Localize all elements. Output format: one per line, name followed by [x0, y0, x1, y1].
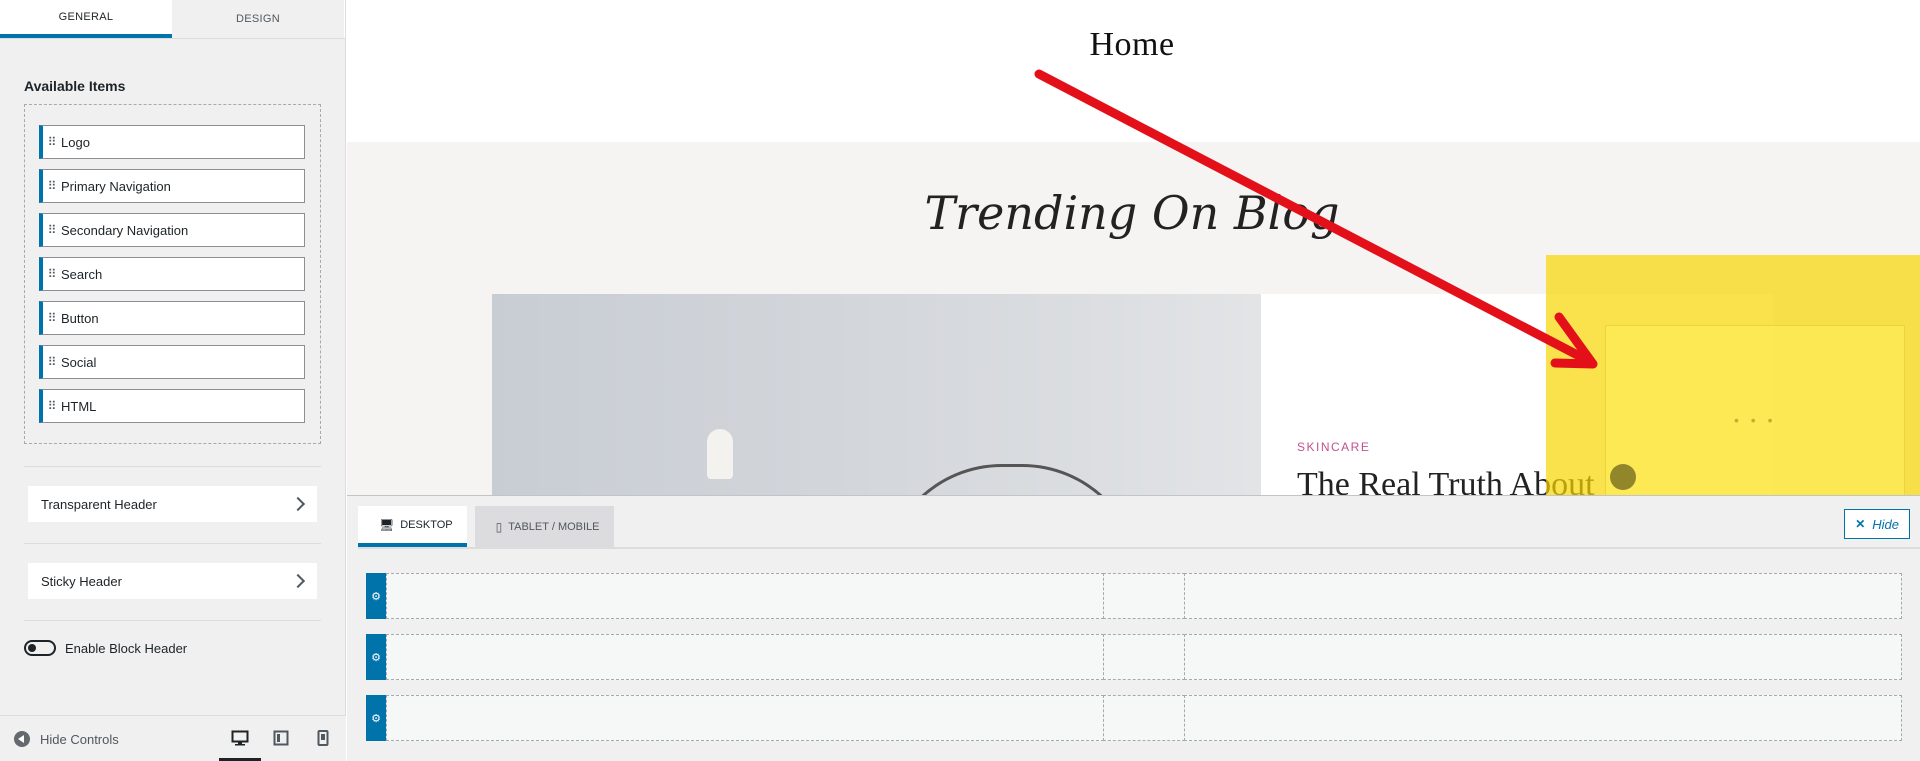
drag-handle-icon[interactable]: ⠿	[43, 135, 61, 149]
desktop-icon: 🖥	[379, 517, 395, 532]
hide-label: Hide	[1872, 516, 1899, 532]
customizer-sidebar: GENERAL DESIGN Available Items ⠿ Logo ⠿ Pr…	[0, 0, 346, 761]
item-search[interactable]: ⠿ Search	[39, 257, 305, 291]
mobile-icon	[317, 730, 329, 746]
transparent-header-button[interactable]: Transparent Header	[28, 486, 317, 522]
annotation-arrow	[1034, 69, 1598, 369]
drop-zone-right[interactable]	[1184, 573, 1902, 619]
drag-handle-icon[interactable]: ⠿	[43, 223, 61, 237]
hide-controls-button[interactable]: Hide Controls	[14, 731, 119, 747]
drop-zone-center[interactable]	[1103, 634, 1185, 680]
desktop-preview-button[interactable]	[219, 727, 261, 761]
item-button[interactable]: ⠿ Button	[39, 301, 305, 335]
tab-design[interactable]: DESIGN	[172, 0, 344, 38]
tablet-icon	[273, 730, 289, 746]
drop-zone-center[interactable]	[1103, 573, 1185, 619]
divider	[24, 620, 321, 621]
enable-block-header-toggle[interactable]	[24, 640, 56, 656]
sticky-header-button[interactable]: Sticky Header	[28, 563, 317, 599]
toggle-knob	[28, 644, 36, 652]
gear-icon[interactable]: ⚙	[366, 634, 386, 680]
tab-desktop[interactable]: 🖥 DESKTOP	[358, 506, 467, 547]
item-primary-navigation[interactable]: ⠿ Primary Navigation	[39, 169, 305, 203]
hide-controls-label: Hide Controls	[40, 731, 119, 747]
gear-icon[interactable]: ⚙	[366, 573, 386, 619]
item-social[interactable]: ⠿ Social	[39, 345, 305, 379]
item-label: Social	[61, 354, 97, 370]
close-icon: ✕	[1855, 517, 1866, 531]
drag-handle-icon[interactable]: ⠿	[43, 399, 61, 413]
builder-row-top: ⚙	[366, 573, 1902, 619]
item-secondary-navigation[interactable]: ⠿ Secondary Navigation	[39, 213, 305, 247]
collapse-icon	[14, 731, 30, 747]
drag-handle-icon[interactable]: ⠿	[43, 311, 61, 325]
builder-row-bottom: ⚙	[366, 695, 1902, 741]
item-html[interactable]: ⠿ HTML	[39, 389, 305, 423]
tab-desktop-label: DESKTOP	[400, 518, 453, 531]
available-items-box: ⠿ Logo ⠿ Primary Navigation ⠿ Secondary Nav…	[24, 104, 321, 444]
sticky-header-label: Sticky Header	[41, 573, 122, 589]
tablet-icon: ▯	[495, 519, 503, 534]
item-label: Logo	[61, 134, 90, 150]
drop-zone-right[interactable]	[1184, 634, 1902, 680]
enable-block-header-control: Enable Block Header	[24, 640, 187, 656]
available-items-title: Available Items	[24, 78, 126, 94]
drop-zone-left[interactable]	[386, 573, 1104, 619]
tab-tablet-mobile[interactable]: ▯ TABLET / MOBILE	[474, 506, 614, 547]
divider	[24, 466, 321, 467]
chevron-right-icon	[290, 496, 306, 512]
enable-block-header-label: Enable Block Header	[65, 640, 188, 656]
item-label: Button	[61, 310, 99, 326]
tabs-underline	[358, 547, 1920, 549]
drop-zone-left[interactable]	[386, 634, 1104, 680]
tab-general[interactable]: GENERAL	[0, 0, 172, 38]
sidebar-tabs: GENERAL DESIGN	[0, 0, 345, 39]
drag-handle-icon[interactable]: ⠿	[43, 179, 61, 193]
site-preview: Home Trending On Blog SKINCARE The Real …	[347, 0, 1920, 495]
desktop-icon	[231, 730, 249, 746]
builder-tabs: 🖥 DESKTOP ▯ TABLET / MOBILE	[358, 506, 622, 547]
drag-handle-icon[interactable]: ⠿	[43, 355, 61, 369]
tablet-preview-button[interactable]	[270, 727, 292, 749]
item-label: Secondary Navigation	[61, 222, 189, 238]
item-label: Primary Navigation	[61, 178, 171, 194]
drag-handle-icon[interactable]: ⠿	[43, 267, 61, 281]
item-label: Search	[61, 266, 103, 282]
tab-tablet-label: TABLET / MOBILE	[508, 520, 600, 533]
divider	[24, 543, 321, 544]
mobile-preview-button[interactable]	[312, 727, 334, 749]
header-builder: 🖥 DESKTOP ▯ TABLET / MOBILE ✕ Hide ⚙ ⚙ ⚙	[347, 495, 1920, 761]
drop-zone-center[interactable]	[1103, 695, 1185, 741]
item-label: HTML	[61, 398, 97, 414]
drop-zone-right[interactable]	[1184, 695, 1902, 741]
transparent-header-label: Transparent Header	[41, 496, 157, 512]
builder-row-main: ⚙	[366, 634, 1902, 680]
chevron-right-icon	[290, 573, 306, 589]
hide-builder-button[interactable]: ✕ Hide	[1844, 509, 1910, 539]
item-logo[interactable]: ⠿ Logo	[39, 125, 305, 159]
sidebar-footer: Hide Controls	[0, 715, 346, 761]
drop-zone-left[interactable]	[386, 695, 1104, 741]
gear-icon[interactable]: ⚙	[366, 695, 386, 741]
